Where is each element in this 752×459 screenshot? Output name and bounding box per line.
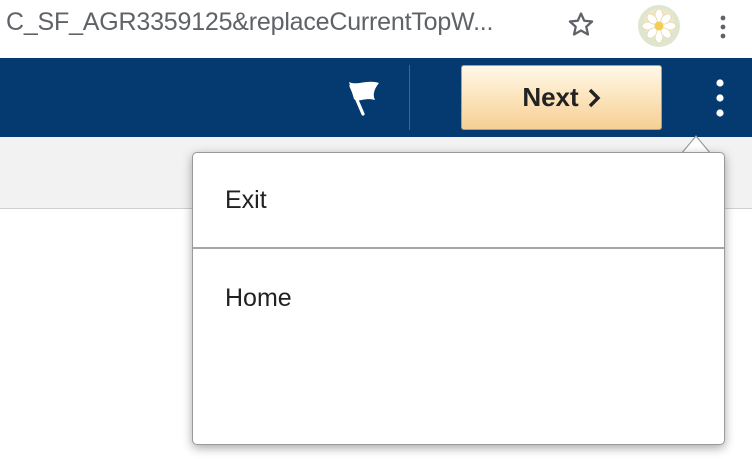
app-header: Next [0, 58, 752, 137]
actions-menu: Exit Home [192, 152, 725, 445]
menu-item-home-label: Home [225, 283, 292, 312]
browser-address-bar: C_SF_AGR3359125&replaceCurrentTopW... [0, 0, 752, 58]
url-text[interactable]: C_SF_AGR3359125&replaceCurrentTopW... [6, 8, 546, 37]
avatar[interactable] [638, 5, 680, 47]
flag-icon[interactable] [346, 78, 386, 118]
menu-item-home[interactable]: Home [193, 251, 724, 345]
menu-caret [680, 135, 712, 154]
actions-menu-icon[interactable] [714, 78, 726, 118]
next-button-label: Next [522, 82, 579, 112]
next-button[interactable]: Next [461, 65, 662, 130]
kebab-menu-icon[interactable] [718, 14, 728, 40]
star-icon[interactable] [566, 10, 596, 40]
flower-icon [641, 8, 677, 44]
chevron-right-icon [588, 88, 601, 107]
menu-item-exit[interactable]: Exit [193, 153, 724, 249]
header-divider [409, 65, 410, 130]
menu-item-exit-label: Exit [225, 185, 267, 214]
